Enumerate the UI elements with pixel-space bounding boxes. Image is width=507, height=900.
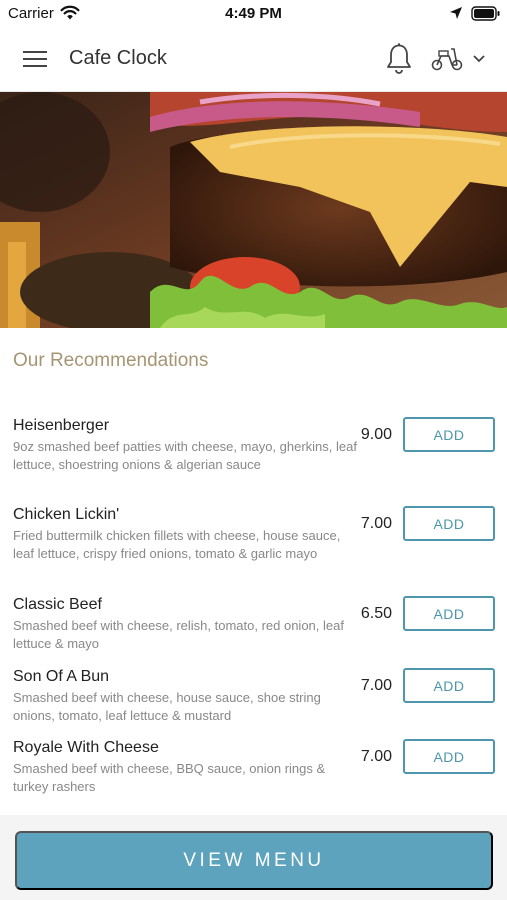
menu-item-name: Royale With Cheese	[13, 739, 159, 756]
add-button[interactable]: ADD	[403, 739, 495, 774]
add-button[interactable]: ADD	[403, 596, 495, 631]
menu-item-price: 7.00	[360, 677, 392, 694]
hamburger-menu-icon[interactable]	[20, 46, 50, 72]
hero-burger-image	[0, 92, 507, 328]
add-button[interactable]: ADD	[403, 668, 495, 703]
menu-item-name: Heisenberger	[13, 417, 110, 434]
menu-item-name: Son Of A Bun	[13, 668, 110, 685]
section-title: Our Recommendations	[13, 350, 209, 371]
location-arrow-icon	[449, 6, 463, 25]
menu-item-description: Smashed beef with cheese, house sauce, s…	[13, 690, 321, 723]
menu-item-name: Classic Beef	[13, 596, 102, 613]
menu-item-price: 7.00	[360, 748, 392, 765]
status-time: 4:49 PM	[225, 5, 282, 22]
menu-item-description: 9oz smashed beef patties with cheese, ma…	[13, 439, 357, 472]
app-header: Cafe Clock	[0, 28, 507, 92]
view-menu-button[interactable]: VIEW MENU	[15, 831, 493, 890]
bell-icon[interactable]	[384, 42, 414, 76]
add-button[interactable]: ADD	[403, 506, 495, 541]
menu-item-price: 7.00	[360, 515, 392, 532]
battery-icon	[471, 6, 501, 26]
menu-item-description: Smashed beef with cheese, relish, tomato…	[13, 618, 344, 651]
menu-item-name: Chicken Lickin'	[13, 506, 120, 523]
page-title: Cafe Clock	[69, 47, 167, 69]
scooter-icon[interactable]	[430, 46, 464, 72]
menu-item-price: 9.00	[360, 426, 392, 443]
add-button[interactable]: ADD	[403, 417, 495, 452]
menu-item-description: Smashed beef with cheese, BBQ sauce, oni…	[13, 761, 326, 794]
chevron-down-icon[interactable]	[471, 52, 487, 66]
status-bar: Carrier 4:49 PM	[0, 0, 507, 28]
menu-item-description: Fried buttermilk chicken fillets with ch…	[13, 528, 341, 561]
menu-item-price: 6.50	[360, 605, 392, 622]
